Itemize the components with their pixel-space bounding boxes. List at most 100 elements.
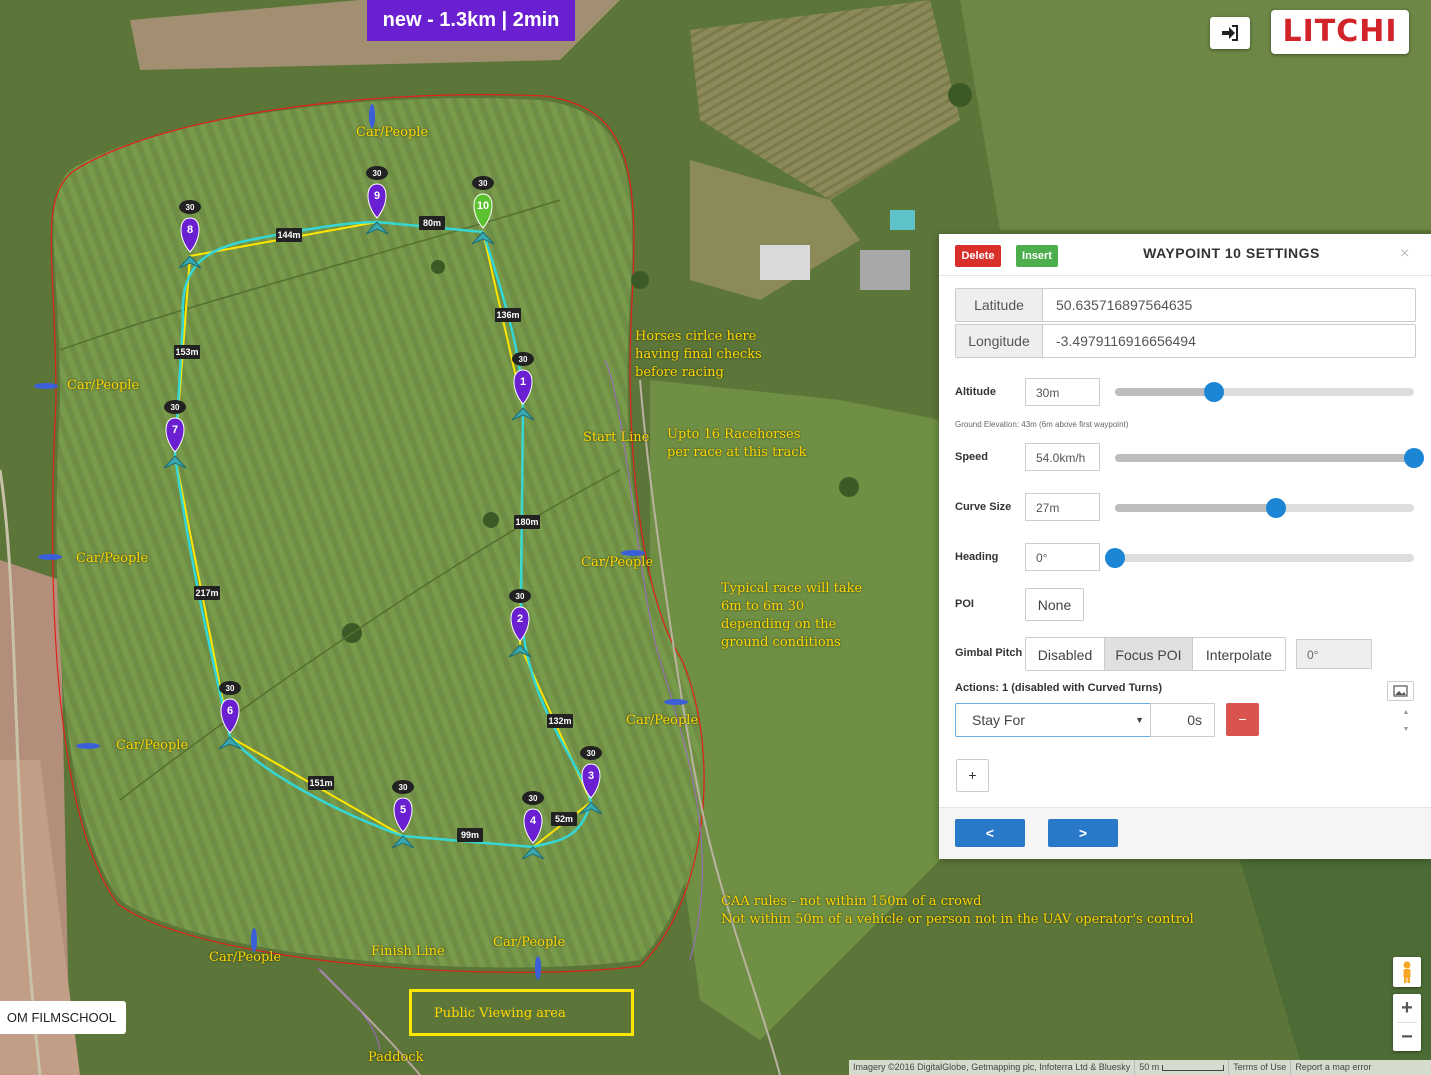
public-viewing-area: Public Viewing area xyxy=(409,989,634,1036)
car-people-marker-icon[interactable] xyxy=(34,383,58,389)
waypoint-number: 10 xyxy=(477,200,489,212)
waypoint-number: 4 xyxy=(530,815,537,827)
sign-in-icon xyxy=(1222,25,1238,41)
note-line: Horses cirlce here xyxy=(635,329,757,344)
terms-link[interactable]: Terms of Use xyxy=(1229,1060,1292,1075)
close-icon[interactable]: × xyxy=(1400,245,1409,263)
waypoint-number: 5 xyxy=(400,804,406,816)
slider-handle[interactable] xyxy=(1266,498,1287,518)
svg-text:136m: 136m xyxy=(496,310,519,320)
zoom-out-button[interactable]: − xyxy=(1393,1023,1421,1051)
paddock-label: Paddock xyxy=(368,1050,424,1065)
zoom-control: + − xyxy=(1393,994,1421,1051)
login-button[interactable] xyxy=(1210,17,1250,49)
svg-text:80m: 80m xyxy=(423,218,441,228)
ground-elevation: Ground Elevation: 43m (6m above first wa… xyxy=(955,420,1129,429)
segment-distance: 217m xyxy=(194,586,220,600)
scrollbar[interactable]: ▲ ▼ xyxy=(1401,704,1411,738)
waypoint-number: 8 xyxy=(187,224,193,236)
svg-text:153m: 153m xyxy=(175,347,198,357)
action-value-input[interactable]: 0s xyxy=(1150,703,1215,737)
altitude-label: Altitude xyxy=(955,386,996,398)
add-action-button[interactable]: + xyxy=(956,759,989,792)
gimbal-focus-poi-option[interactable]: Focus POI xyxy=(1104,637,1193,671)
svg-text:151m: 151m xyxy=(309,778,332,788)
caret-down-icon: ▼ xyxy=(1135,715,1144,725)
svg-text:132m: 132m xyxy=(548,716,571,726)
speed-slider[interactable] xyxy=(1115,448,1424,468)
next-waypoint-button[interactable]: > xyxy=(1048,819,1118,847)
scale-bar: 50 m xyxy=(1135,1060,1230,1075)
waypoint-altitude: 30 xyxy=(171,403,180,412)
longitude-input[interactable]: -3.4979116916656494 xyxy=(1043,325,1196,357)
speed-input[interactable]: 54.0km/h xyxy=(1025,443,1100,471)
gimbal-pitch-label: Gimbal Pitch xyxy=(955,647,1023,659)
curve-size-slider[interactable] xyxy=(1115,498,1414,518)
action-type-select[interactable]: Stay For ▼ xyxy=(955,703,1151,737)
street-view-pegman[interactable] xyxy=(1393,957,1421,987)
panel-title: WAYPOINT 10 SETTINGS xyxy=(1143,245,1320,261)
segment-distance: 180m xyxy=(514,515,540,529)
scroll-down-icon[interactable]: ▼ xyxy=(1401,721,1411,738)
heading-input[interactable]: 0° xyxy=(1025,543,1100,571)
waypoint-altitude: 30 xyxy=(226,684,235,693)
car-people-marker-icon[interactable] xyxy=(535,956,541,980)
heading-slider[interactable] xyxy=(1105,548,1414,568)
svg-text:52m: 52m xyxy=(555,814,573,824)
poi-label: POI xyxy=(955,598,974,610)
waypoint-altitude: 30 xyxy=(516,592,525,601)
car-people-marker-icon[interactable] xyxy=(76,743,100,749)
image-icon[interactable] xyxy=(1387,681,1414,701)
note-line: per race at this track xyxy=(667,445,807,460)
waypoint-settings-panel: Delete Insert WAYPOINT 10 SETTINGS × Lat… xyxy=(939,234,1431,859)
map-attribution: Imagery ©2016 DigitalGlobe, Getmapping p… xyxy=(849,1060,1431,1075)
segment-distance: 132m xyxy=(547,714,573,728)
gimbal-pitch-input[interactable]: 0° xyxy=(1296,639,1372,669)
filmschool-watermark: OM FILMSCHOOL xyxy=(0,1001,126,1034)
typical-race-note: Typical race will take 6m to 6m 30 depen… xyxy=(721,580,862,652)
previous-waypoint-button[interactable]: < xyxy=(955,819,1025,847)
slider-handle[interactable] xyxy=(1404,448,1424,468)
car-people-label: Car/People xyxy=(116,738,189,753)
slider-handle[interactable] xyxy=(1203,382,1224,402)
heading-label: Heading xyxy=(955,551,999,563)
car-people-label: Car/People xyxy=(76,551,149,566)
note-line: Not within 50m of a vehicle or person no… xyxy=(721,912,1194,927)
curve-size-input[interactable]: 27m xyxy=(1025,493,1100,521)
svg-text:217m: 217m xyxy=(195,588,218,598)
altitude-slider[interactable] xyxy=(1115,382,1414,402)
poi-select[interactable]: None xyxy=(1025,588,1084,621)
pegman-icon xyxy=(1403,961,1411,983)
mission-title[interactable]: new - 1.3km | 2min xyxy=(367,0,575,41)
zoom-in-button[interactable]: + xyxy=(1393,994,1421,1022)
scroll-up-icon[interactable]: ▲ xyxy=(1401,704,1411,721)
insert-button[interactable]: Insert xyxy=(1016,245,1058,267)
delete-button[interactable]: Delete xyxy=(955,245,1001,267)
latitude-field[interactable]: Latitude 50.635716897564635 xyxy=(955,288,1416,322)
waypoint-number: 7 xyxy=(172,424,178,436)
gimbal-interpolate-option[interactable]: Interpolate xyxy=(1192,637,1286,671)
segment-distance: 151m xyxy=(308,776,334,790)
car-people-label: Car/People xyxy=(581,555,654,570)
car-people-marker-icon[interactable] xyxy=(664,699,688,705)
note-line: Typical race will take xyxy=(721,581,863,596)
imagery-credit: Imagery ©2016 DigitalGlobe, Getmapping p… xyxy=(849,1060,1136,1075)
longitude-field[interactable]: Longitude -3.4979116916656494 xyxy=(955,324,1416,358)
car-people-marker-icon[interactable] xyxy=(38,554,62,560)
waypoint-number: 9 xyxy=(374,190,380,202)
altitude-input[interactable]: 30m xyxy=(1025,378,1100,406)
gimbal-disabled-option[interactable]: Disabled xyxy=(1025,637,1105,671)
longitude-label: Longitude xyxy=(956,325,1043,357)
waypoint-altitude: 30 xyxy=(479,179,488,188)
report-error-link[interactable]: Report a map error xyxy=(1291,1060,1375,1075)
waypoint-number: 3 xyxy=(588,770,594,782)
slider-handle[interactable] xyxy=(1105,548,1125,568)
litchi-logo[interactable]: LITCHI xyxy=(1271,10,1409,54)
caa-rules-note: CAA rules - not within 150m of a crowd N… xyxy=(721,893,1194,929)
latitude-input[interactable]: 50.635716897564635 xyxy=(1043,289,1192,321)
watermark-text: OM FILMSCHOOL xyxy=(6,1010,116,1025)
curve-size-label: Curve Size xyxy=(955,501,1012,513)
remove-action-button[interactable]: − xyxy=(1226,703,1259,736)
car-people-label: Car/People xyxy=(356,125,429,140)
note-line: CAA rules - not within 150m of a crowd xyxy=(721,894,982,909)
